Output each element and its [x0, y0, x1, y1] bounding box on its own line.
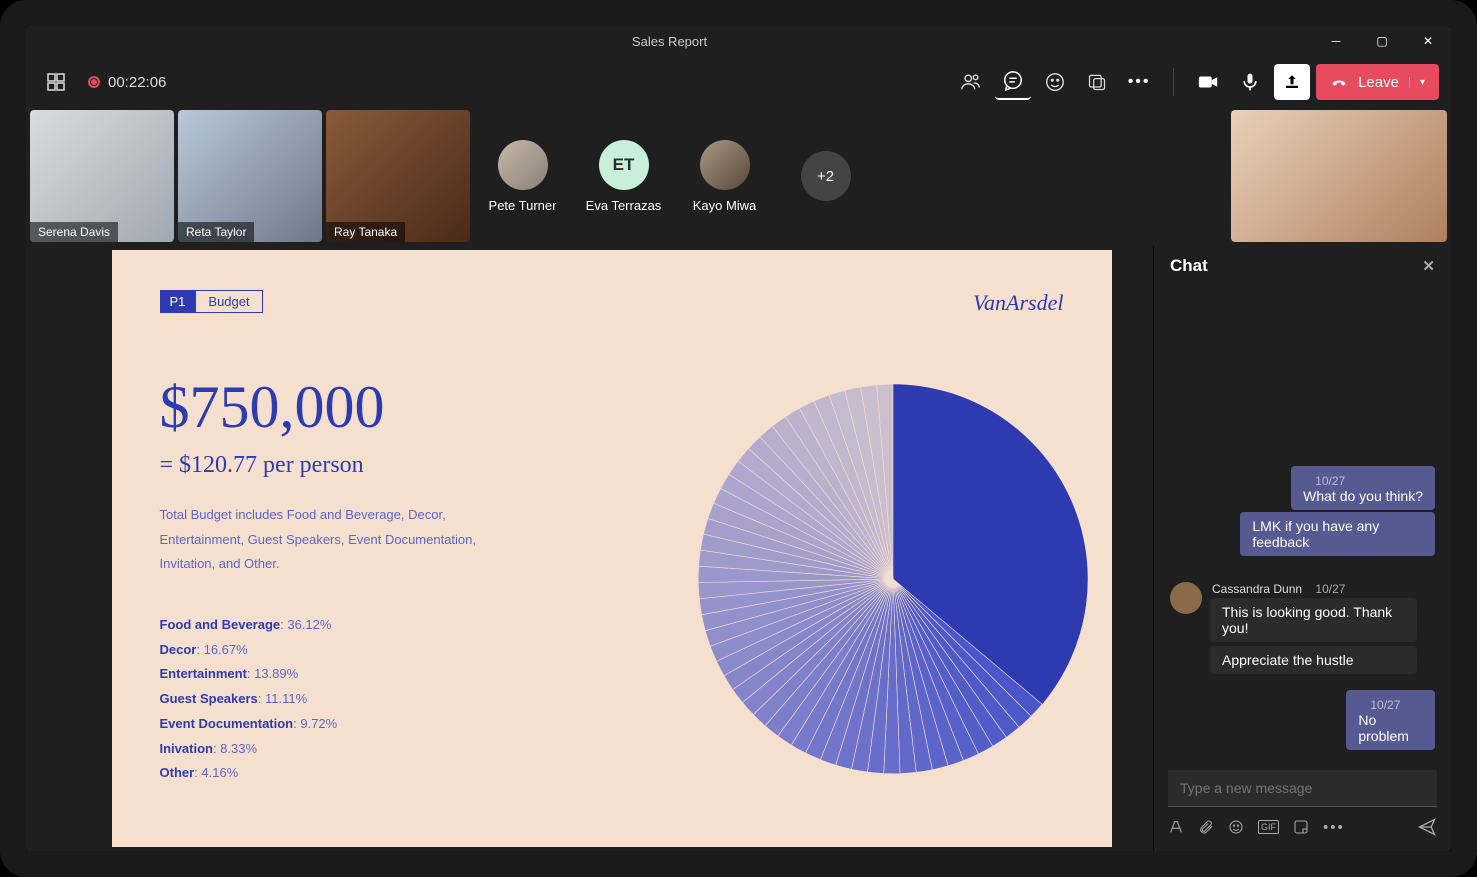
gif-button[interactable]: GIF: [1258, 820, 1279, 834]
participant-name: Eva Terrazas: [586, 198, 662, 213]
message-meta: Cassandra Dunn 10/27: [1210, 582, 1435, 596]
leave-button[interactable]: Leave ▾: [1316, 64, 1439, 100]
sticker-button[interactable]: [1293, 819, 1309, 835]
legend-row: Other: 4.16%: [160, 761, 648, 786]
legend-row: Guest Speakers: 11.11%: [160, 687, 648, 712]
shared-content: VanArsdel P1 Budget $750,000 = $120.77 p…: [26, 246, 1153, 851]
paperclip-icon: [1198, 819, 1214, 835]
reactions-button[interactable]: [1037, 64, 1073, 100]
legend-row: Inivation: 8.33%: [160, 737, 648, 762]
chevron-down-icon: ▾: [1409, 77, 1425, 88]
chat-panel: Chat ✕ 10/27 What do you think? LMK if y…: [1153, 246, 1451, 851]
titlebar: Sales Report ─ ▢ ✕: [26, 26, 1451, 56]
chat-compose-tools: GIF •••: [1168, 817, 1437, 837]
more-compose-button[interactable]: •••: [1323, 819, 1345, 836]
minimize-button[interactable]: ─: [1313, 26, 1359, 56]
rooms-button[interactable]: [1079, 64, 1115, 100]
budget-total: $750,000: [160, 373, 648, 442]
avatar: [1170, 582, 1202, 614]
budget-per-person: = $120.77 per person: [160, 452, 648, 479]
emoji-icon: [1228, 819, 1244, 835]
camera-icon: [1197, 71, 1219, 93]
message-date: 10/27: [1303, 472, 1423, 488]
message-text: What do you think?: [1303, 488, 1423, 504]
send-icon: [1417, 817, 1437, 837]
people-icon: [960, 71, 982, 93]
record-icon: [88, 76, 100, 88]
video-tile[interactable]: Reta Taylor: [178, 110, 322, 242]
participants-strip: Serena Davis Reta Taylor Ray Tanaka Pete…: [26, 108, 1451, 246]
leave-label: Leave: [1358, 74, 1399, 91]
participant-name: Reta Taylor: [178, 222, 254, 242]
ellipsis-icon: •••: [1128, 73, 1151, 91]
message-text: No problem: [1358, 712, 1423, 744]
legend-row: Event Documentation: 9.72%: [160, 712, 648, 737]
recording-timer-text: 00:22:06: [108, 74, 166, 91]
chat-message-other: This is looking good. Thank you!: [1210, 598, 1417, 642]
slide: VanArsdel P1 Budget $750,000 = $120.77 p…: [112, 250, 1112, 847]
format-icon: [1168, 819, 1184, 835]
participant-name: Pete Turner: [489, 198, 557, 213]
camera-button[interactable]: [1190, 64, 1226, 100]
mic-icon: [1240, 72, 1260, 92]
chat-title: Chat: [1170, 256, 1208, 276]
message-sender: Cassandra Dunn: [1212, 582, 1302, 596]
sticker-icon: [1293, 819, 1309, 835]
close-chat-button[interactable]: ✕: [1422, 257, 1435, 275]
budget-description: Total Budget includes Food and Beverage,…: [160, 503, 520, 577]
chat-message-other: Appreciate the hustle: [1210, 646, 1417, 674]
message-date: 10/27: [1315, 582, 1345, 596]
chart-legend: Food and Beverage: 36.12%Decor: 16.67%En…: [160, 613, 648, 786]
avatar: [498, 140, 548, 190]
avatar-tile[interactable]: Kayo Miwa: [676, 110, 773, 242]
chat-icon: [1002, 70, 1024, 92]
message-date: 10/27: [1358, 696, 1423, 712]
avatar-tile[interactable]: ET Eva Terrazas: [575, 110, 672, 242]
legend-row: Decor: 16.67%: [160, 638, 648, 663]
chat-button[interactable]: [995, 64, 1031, 100]
pie-chart: [688, 374, 1098, 784]
overflow-participants[interactable]: +2: [777, 110, 874, 242]
recording-timer: 00:22:06: [88, 74, 166, 91]
participant-name: Ray Tanaka: [326, 222, 405, 242]
emoji-icon: [1044, 71, 1066, 93]
participant-name: Kayo Miwa: [693, 198, 757, 213]
avatar-tile[interactable]: Pete Turner: [474, 110, 571, 242]
format-button[interactable]: [1168, 819, 1184, 835]
emoji-button[interactable]: [1228, 819, 1244, 835]
legend-row: Entertainment: 13.89%: [160, 662, 648, 687]
page-badge: P1: [160, 290, 196, 313]
video-tile[interactable]: Ray Tanaka: [326, 110, 470, 242]
window-title: Sales Report: [26, 34, 1313, 49]
legend-row: Food and Beverage: 36.12%: [160, 613, 648, 638]
hangup-icon: [1330, 73, 1348, 91]
attach-button[interactable]: [1198, 819, 1214, 835]
active-speaker-tile[interactable]: [1231, 110, 1447, 242]
more-actions-button[interactable]: •••: [1121, 64, 1157, 100]
maximize-button[interactable]: ▢: [1359, 26, 1405, 56]
grid-view-button[interactable]: [38, 64, 74, 100]
video-tile[interactable]: Serena Davis: [30, 110, 174, 242]
meeting-toolbar: 00:22:06 •••: [26, 56, 1451, 108]
avatar: ET: [599, 140, 649, 190]
participant-name: Serena Davis: [30, 222, 118, 242]
share-icon: [1283, 73, 1301, 91]
chat-message-own: LMK if you have any feedback: [1240, 512, 1435, 556]
brand-logo: VanArsdel: [973, 290, 1063, 316]
participants-button[interactable]: [953, 64, 989, 100]
avatar: [700, 140, 750, 190]
breakout-icon: [1087, 72, 1107, 92]
chat-input[interactable]: [1168, 770, 1437, 807]
slide-page-tab: P1 Budget: [160, 290, 1064, 313]
mic-button[interactable]: [1232, 64, 1268, 100]
send-button[interactable]: [1417, 817, 1437, 837]
overflow-count: +2: [801, 151, 851, 201]
close-window-button[interactable]: ✕: [1405, 26, 1451, 56]
share-button[interactable]: [1274, 64, 1310, 100]
page-label: Budget: [195, 290, 262, 313]
chat-message-own: 10/27 No problem: [1346, 690, 1435, 750]
chat-messages[interactable]: 10/27 What do you think? LMK if you have…: [1154, 286, 1451, 760]
chat-message-own: 10/27 What do you think?: [1291, 466, 1435, 510]
grid-icon: [46, 72, 66, 92]
